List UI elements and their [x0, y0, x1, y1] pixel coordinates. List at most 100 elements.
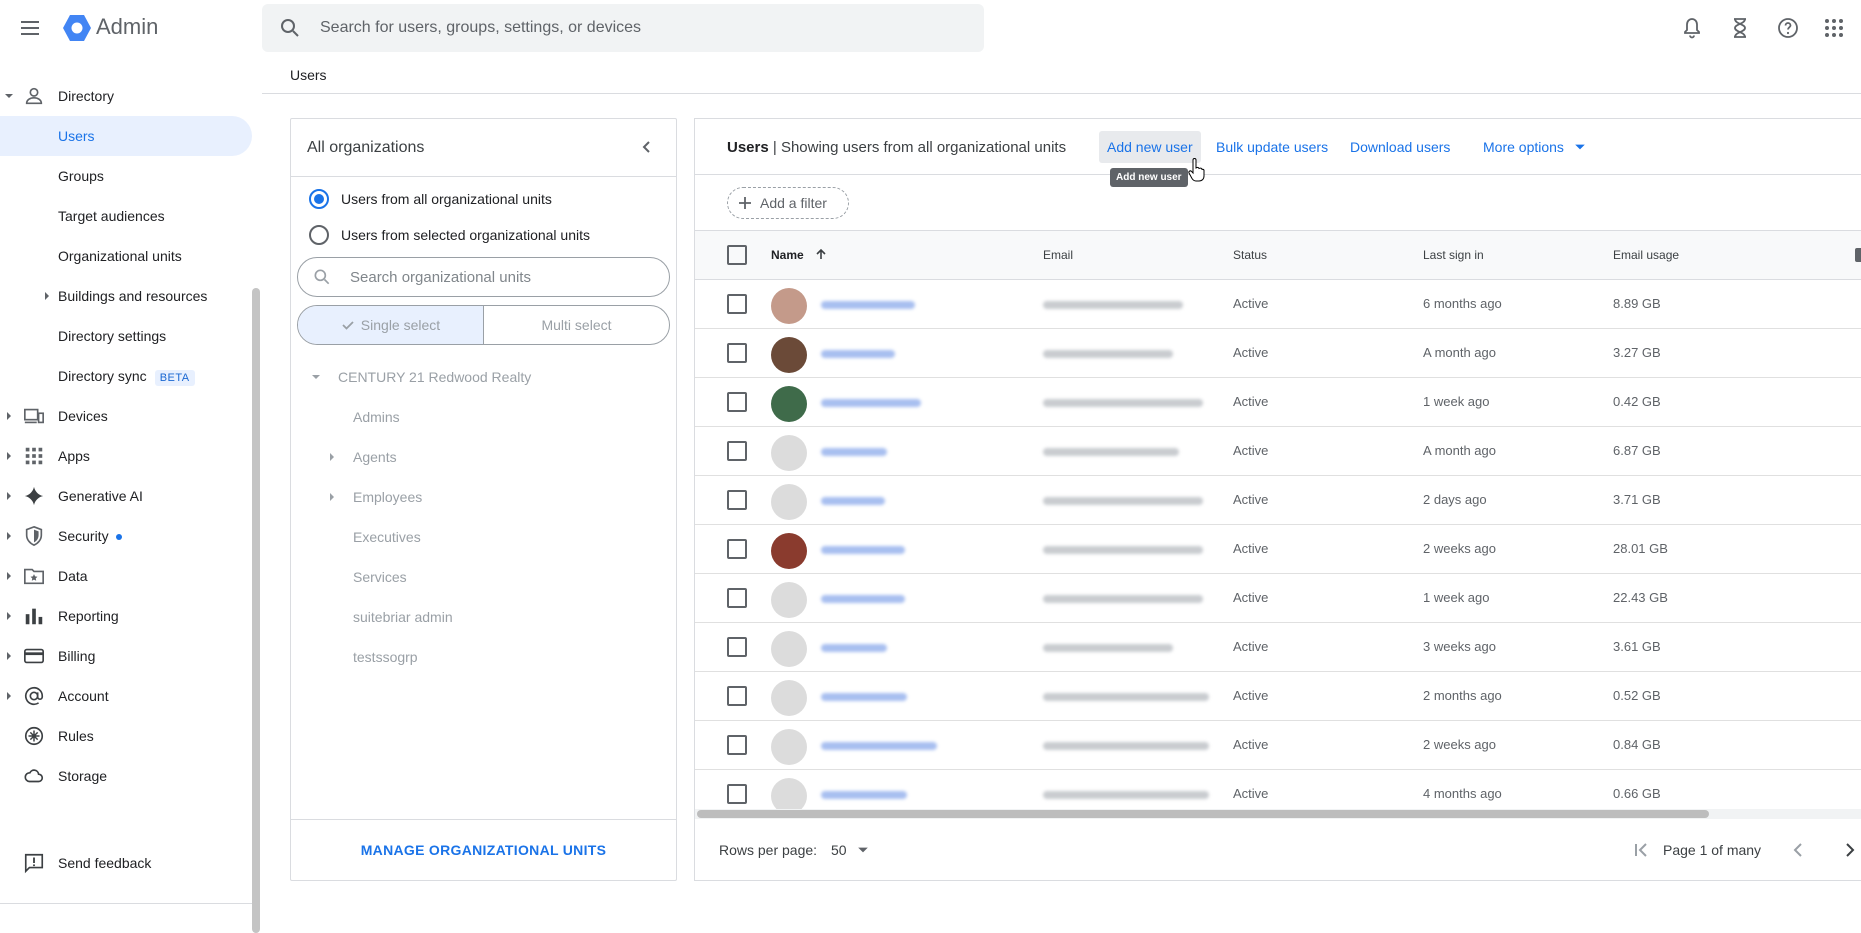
user-status: Active: [1233, 345, 1269, 360]
more-options-button[interactable]: More options: [1475, 131, 1594, 163]
download-users-button[interactable]: Download users: [1342, 131, 1458, 163]
single-select-button[interactable]: Single select: [298, 306, 484, 344]
sidebar-item-apps[interactable]: Apps: [0, 436, 252, 476]
column-header-email[interactable]: Email: [1043, 248, 1073, 262]
row-checkbox[interactable]: [727, 539, 747, 559]
radio-all-org-units[interactable]: Users from all organizational units: [309, 187, 552, 211]
sidebar-item-security[interactable]: Security: [0, 516, 252, 556]
row-checkbox[interactable]: [727, 588, 747, 608]
radio-button[interactable]: [309, 189, 329, 209]
user-name-link[interactable]: [821, 546, 905, 554]
previous-page-icon[interactable]: [1786, 838, 1810, 862]
sidebar-item-devices[interactable]: Devices: [0, 396, 252, 436]
user-name-link[interactable]: [821, 742, 937, 750]
sidebar-item-generative-ai[interactable]: Generative AI: [0, 476, 252, 516]
table-row[interactable]: Active 1 week ago 22.43 GB: [695, 574, 1861, 623]
multi-select-button[interactable]: Multi select: [484, 306, 669, 344]
user-name-link[interactable]: [821, 350, 895, 358]
main-menu-icon[interactable]: [18, 16, 42, 40]
admin-logo-icon[interactable]: [62, 14, 92, 42]
org-tree-item-employees[interactable]: Employees: [327, 487, 422, 507]
table-row[interactable]: Active 2 weeks ago 0.84 GB: [695, 721, 1861, 770]
org-tree-item[interactable]: suitebriar admin: [353, 607, 453, 627]
org-search-input[interactable]: Search organizational units: [350, 269, 531, 286]
first-page-icon[interactable]: [1629, 838, 1653, 862]
user-status: Active: [1233, 688, 1269, 703]
manage-org-units-link[interactable]: MANAGE ORGANIZATIONAL UNITS: [291, 842, 676, 858]
rows-per-page-select[interactable]: 50: [831, 842, 869, 858]
org-units-search[interactable]: Search organizational units: [297, 257, 670, 297]
horizontal-scrollbar[interactable]: [695, 809, 1861, 819]
sidebar-item-users[interactable]: Users: [0, 116, 252, 156]
send-feedback-button[interactable]: Send feedback: [0, 843, 252, 883]
breadcrumb-users[interactable]: Users: [290, 67, 327, 83]
sidebar-item-organizational-units[interactable]: Organizational units: [0, 236, 252, 276]
sidebar-item-billing[interactable]: Billing: [0, 636, 252, 676]
sidebar-item-storage[interactable]: Storage: [0, 756, 252, 796]
user-name-link[interactable]: [821, 644, 887, 652]
row-checkbox[interactable]: [727, 343, 747, 363]
org-tree-item[interactable]: testssogrp: [353, 647, 418, 667]
table-row[interactable]: Active A month ago 3.27 GB: [695, 329, 1861, 378]
row-checkbox[interactable]: [727, 735, 747, 755]
table-row[interactable]: Active 2 months ago 0.52 GB: [695, 672, 1861, 721]
add-filter-button[interactable]: Add a filter: [727, 187, 849, 219]
sidebar-item-target-audiences[interactable]: Target audiences: [0, 196, 252, 236]
column-header-last-sign-in[interactable]: Last sign in: [1423, 248, 1484, 262]
add-new-user-button[interactable]: Add new user: [1099, 131, 1201, 163]
notifications-bell-icon[interactable]: [1680, 16, 1704, 40]
avatar: [771, 729, 807, 765]
collapse-panel-icon[interactable]: [637, 137, 657, 157]
search-input[interactable]: Search for users, groups, settings, or d…: [320, 19, 641, 37]
bulk-update-users-button[interactable]: Bulk update users: [1208, 131, 1336, 163]
sidebar-item-directory-sync[interactable]: Directory sync BETA: [0, 356, 252, 396]
row-checkbox[interactable]: [727, 490, 747, 510]
user-name-link[interactable]: [821, 448, 887, 456]
user-name-link[interactable]: [821, 399, 921, 407]
sidebar-item-directory-settings[interactable]: Directory settings: [0, 316, 252, 356]
help-icon[interactable]: [1776, 16, 1800, 40]
user-name-link[interactable]: [821, 595, 905, 603]
table-row[interactable]: Active A month ago 6.87 GB: [695, 427, 1861, 476]
row-checkbox[interactable]: [727, 637, 747, 657]
table-row[interactable]: Active 1 week ago 0.42 GB: [695, 378, 1861, 427]
org-tree-item[interactable]: Services: [353, 567, 407, 587]
user-name-link[interactable]: [821, 301, 915, 309]
row-checkbox[interactable]: [727, 784, 747, 804]
row-checkbox[interactable]: [727, 392, 747, 412]
sidebar-item-reporting[interactable]: Reporting: [0, 596, 252, 636]
sidebar-scrollbar[interactable]: [252, 288, 260, 933]
next-page-icon[interactable]: [1838, 838, 1861, 862]
global-search[interactable]: Search for users, groups, settings, or d…: [262, 4, 984, 52]
table-row[interactable]: Active 3 weeks ago 3.61 GB: [695, 623, 1861, 672]
apps-launcher-icon[interactable]: [1822, 16, 1846, 40]
column-settings-icon[interactable]: [1855, 248, 1861, 262]
table-row[interactable]: Active 6 months ago 8.89 GB: [695, 280, 1861, 329]
org-tree-item[interactable]: Executives: [353, 527, 421, 547]
org-tree-item[interactable]: Admins: [353, 407, 400, 427]
sidebar-item-account[interactable]: Account: [0, 676, 252, 716]
column-header-name[interactable]: Name: [771, 248, 827, 262]
row-checkbox[interactable]: [727, 294, 747, 314]
radio-selected-org-units[interactable]: Users from selected organizational units: [309, 223, 590, 247]
table-row[interactable]: Active 2 days ago 3.71 GB: [695, 476, 1861, 525]
row-checkbox[interactable]: [727, 441, 747, 461]
user-name-link[interactable]: [821, 791, 907, 799]
org-tree-root[interactable]: CENTURY 21 Redwood Realty: [311, 367, 531, 387]
table-row[interactable]: Active 2 weeks ago 28.01 GB: [695, 525, 1861, 574]
tasks-hourglass-icon[interactable]: [1728, 16, 1752, 40]
radio-button[interactable]: [309, 225, 329, 245]
sidebar-item-directory[interactable]: Directory: [0, 76, 252, 116]
user-name-link[interactable]: [821, 693, 907, 701]
sidebar-item-buildings[interactable]: Buildings and resources: [0, 276, 252, 316]
column-header-email-usage[interactable]: Email usage: [1613, 248, 1679, 262]
select-all-checkbox[interactable]: [727, 245, 747, 265]
sidebar-item-groups[interactable]: Groups: [0, 156, 252, 196]
sidebar-item-rules[interactable]: Rules: [0, 716, 252, 756]
org-tree-item-agents[interactable]: Agents: [327, 447, 397, 467]
row-checkbox[interactable]: [727, 686, 747, 706]
scrollbar-thumb[interactable]: [697, 810, 1709, 818]
user-name-link[interactable]: [821, 497, 885, 505]
sidebar-item-data[interactable]: Data: [0, 556, 252, 596]
column-header-status[interactable]: Status: [1233, 248, 1267, 262]
